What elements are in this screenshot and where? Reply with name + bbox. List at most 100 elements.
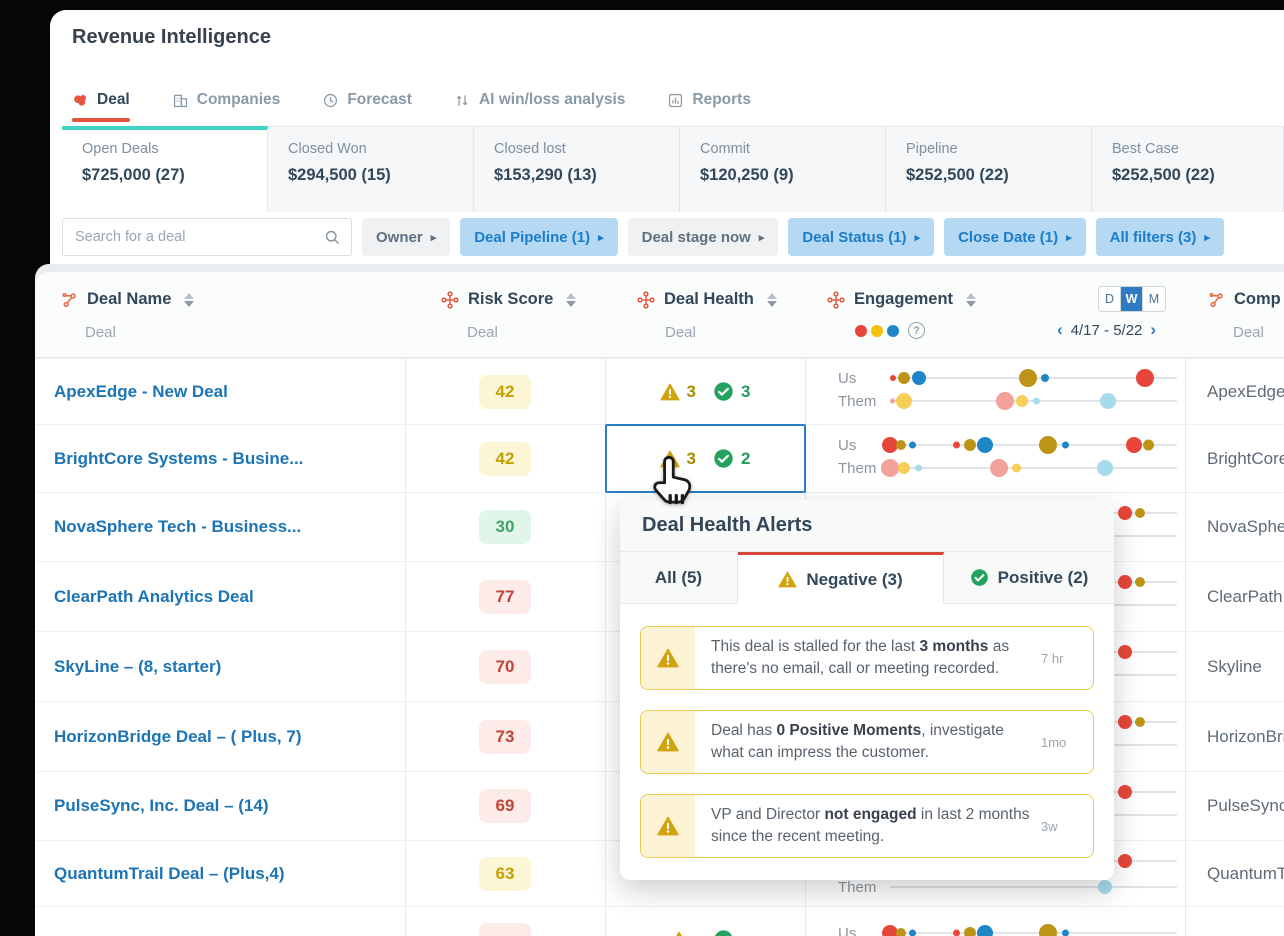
deal-name-link[interactable]: NovaSphere Tech - Business... — [54, 493, 301, 561]
deal-name-link[interactable]: PulseSync, Inc. Deal – (14) — [54, 772, 268, 840]
period-day[interactable]: D — [1099, 287, 1121, 311]
sort-icon[interactable] — [566, 293, 576, 307]
sort-icon[interactable] — [767, 293, 777, 307]
column-deal-name[interactable]: Deal Name — [60, 290, 194, 309]
win-loss-icon — [454, 92, 471, 109]
deal-name-link[interactable]: QuantumTrail Deal – (Plus,4) — [54, 841, 285, 906]
company-cell: HorizonBridge — [1207, 702, 1284, 771]
deal-name-link[interactable]: SkyLine – (8, starter) — [54, 632, 221, 701]
engagement-timeline-them[interactable] — [890, 400, 1177, 402]
company-cell: ClearPath — [1207, 562, 1284, 631]
popup-tab-positive[interactable]: Positive (2) — [944, 552, 1114, 604]
summary-card-closed-won[interactable]: Closed Won $294,500 (15) — [268, 126, 474, 212]
summary-cards: Open Deals $725,000 (27) Closed Won $294… — [62, 126, 1284, 212]
warning-icon — [669, 931, 689, 936]
summary-card-commit[interactable]: Commit $120,250 (9) — [680, 126, 886, 212]
deal-health-cell[interactable]: 3 3 — [605, 359, 805, 424]
engagement-timeline-them[interactable] — [890, 886, 1177, 888]
column-subtitle: Deal — [665, 324, 696, 341]
filter-close-date[interactable]: Close Date (1)▸ — [944, 218, 1086, 256]
summary-card-pipeline[interactable]: Pipeline $252,500 (22) — [886, 126, 1092, 212]
deal-name-link[interactable]: ClearPath Analytics Deal — [54, 562, 254, 631]
filter-all-filters[interactable]: All filters (3)▸ — [1096, 218, 1224, 256]
period-month[interactable]: M — [1143, 287, 1165, 311]
search-icon — [324, 229, 341, 246]
date-range: 4/17 - 5/22 — [1071, 322, 1143, 339]
cross-icon — [637, 291, 655, 309]
date-range-nav: ‹ 4/17 - 5/22 › — [1057, 320, 1156, 340]
risk-score-badge: 63 — [479, 857, 531, 891]
engagement-timeline-us[interactable] — [890, 444, 1177, 446]
sprocket-icon — [60, 291, 78, 309]
engagement-legend: ? — [855, 322, 925, 339]
company-cell: BrightCore — [1207, 425, 1284, 492]
filter-deal-status[interactable]: Deal Status (1)▸ — [788, 218, 934, 256]
column-engagement[interactable]: Engagement — [827, 290, 976, 309]
risk-score-badge: 70 — [479, 650, 531, 684]
period-week[interactable]: W — [1121, 287, 1143, 311]
alert-text: VP and Director not engaged in last 2 mo… — [695, 795, 1041, 857]
chevron-right-icon: ▸ — [598, 231, 604, 244]
help-icon[interactable]: ? — [908, 322, 925, 339]
summary-card-closed-lost[interactable]: Closed lost $153,290 (13) — [474, 126, 680, 212]
risk-score-badge: 42 — [479, 375, 531, 409]
risk-score-badge: 77 — [479, 580, 531, 614]
search-input[interactable]: Search for a deal — [62, 218, 352, 256]
tab-reports[interactable]: Reports — [667, 76, 751, 124]
deal-icon — [72, 92, 89, 109]
tab-forecast[interactable]: Forecast — [322, 76, 412, 124]
filter-deal-pipeline[interactable]: Deal Pipeline (1)▸ — [460, 218, 617, 256]
tab-label: AI win/loss analysis — [479, 91, 625, 109]
alert-card[interactable]: VP and Director not engaged in last 2 mo… — [640, 794, 1094, 858]
risk-score-badge — [479, 923, 531, 936]
tab-deal[interactable]: Deal — [72, 76, 130, 124]
warning-icon — [778, 571, 797, 588]
check-icon — [970, 568, 989, 587]
filter-deal-stage[interactable]: Deal stage now▸ — [628, 218, 779, 256]
deal-health-alerts-popup: Deal Health Alerts All (5) Negative (3) … — [620, 500, 1114, 880]
deal-health-cell[interactable] — [605, 907, 805, 936]
popup-tab-negative[interactable]: Negative (3) — [738, 552, 944, 604]
engagement-cell: Us Them — [825, 425, 1185, 492]
summary-card-open-deals[interactable]: Open Deals $725,000 (27) — [62, 126, 268, 212]
deal-name-link[interactable]: ApexEdge - New Deal — [54, 359, 228, 424]
period-toggle[interactable]: D W M — [1098, 286, 1166, 312]
chevron-left-icon[interactable]: ‹ — [1057, 320, 1063, 340]
legend-red-dot — [855, 325, 867, 337]
legend-yellow-dot — [871, 325, 883, 337]
deal-name-link[interactable]: BrightCore Systems - Busine... — [54, 425, 303, 492]
column-subtitle: Deal — [1233, 324, 1264, 341]
column-risk-score[interactable]: Risk Score — [441, 290, 576, 309]
company-cell — [1207, 907, 1284, 936]
column-company[interactable]: Comp — [1207, 290, 1281, 309]
chevron-right-icon[interactable]: › — [1150, 320, 1156, 340]
popup-body: This deal is stalled for the last 3 mont… — [620, 604, 1114, 880]
tab-companies[interactable]: Companies — [172, 76, 281, 124]
tab-ai-winloss[interactable]: AI win/loss analysis — [454, 76, 625, 124]
sort-icon[interactable] — [966, 293, 976, 307]
table-header: Deal Name Deal Risk Score Deal Deal Heal… — [35, 272, 1284, 358]
alert-card[interactable]: Deal has 0 Positive Moments, investigate… — [640, 710, 1094, 774]
check-icon — [713, 381, 734, 402]
engagement-timeline-us[interactable] — [890, 932, 1177, 934]
tab-label: Forecast — [347, 91, 412, 109]
popup-tab-all[interactable]: All (5) — [620, 552, 738, 604]
table-row: ApexEdge - New Deal 42 3 3 Us Them ApexE… — [35, 358, 1284, 424]
chevron-right-icon: ▸ — [1066, 231, 1072, 244]
filter-owner[interactable]: Owner▸ — [362, 218, 450, 256]
alert-text: Deal has 0 Positive Moments, investigate… — [695, 711, 1041, 773]
column-deal-health[interactable]: Deal Health — [637, 290, 777, 309]
engagement-timeline-us[interactable] — [890, 377, 1177, 379]
warning-icon — [641, 795, 695, 857]
sort-icon[interactable] — [184, 293, 194, 307]
cursor-icon — [648, 453, 700, 509]
alert-time: 3w — [1041, 795, 1093, 857]
deal-name-link[interactable]: HorizonBridge Deal – ( Plus, 7) — [54, 702, 302, 771]
header-card: Revenue Intelligence Deal Companies Fore… — [50, 10, 1284, 264]
alert-card[interactable]: This deal is stalled for the last 3 mont… — [640, 626, 1094, 690]
tab-label: Companies — [197, 91, 281, 109]
engagement-timeline-them[interactable] — [890, 467, 1177, 469]
alert-time: 7 hr — [1041, 627, 1093, 689]
summary-card-best-case[interactable]: Best Case $252,500 (22) — [1092, 126, 1284, 212]
chevron-right-icon: ▸ — [431, 231, 437, 244]
